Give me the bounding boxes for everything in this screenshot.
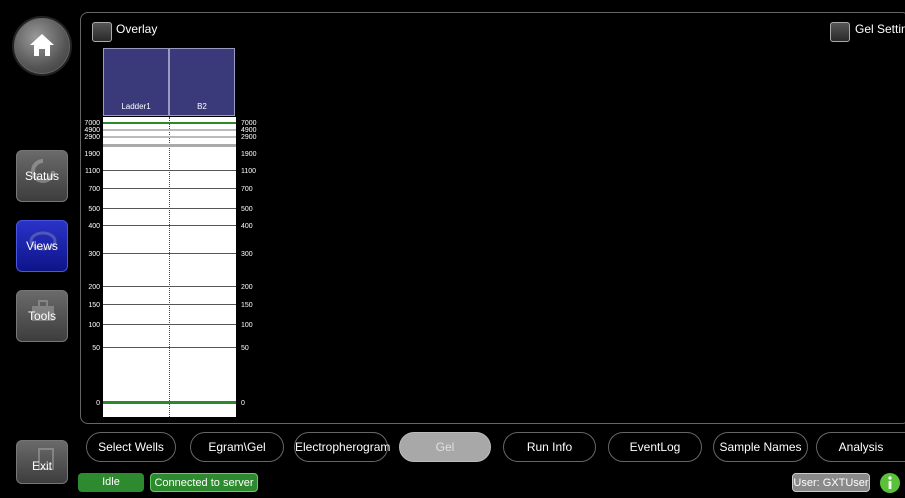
lane-divider [169, 117, 170, 417]
tab-gel[interactable]: Gel [399, 432, 491, 462]
ladder-tick-left: 150 [88, 302, 100, 309]
band-400 [103, 225, 236, 226]
status-idle: Idle [78, 473, 144, 492]
band-200 [103, 286, 236, 287]
ladder-tick-left: 1900 [84, 151, 100, 158]
lane-header[interactable]: Ladder1 [103, 48, 169, 116]
ladder-tick-left: 700 [88, 186, 100, 193]
ladder-tick-left: 1100 [84, 168, 100, 175]
band-1100 [103, 170, 236, 171]
band-700 [103, 188, 236, 189]
home-icon [30, 34, 54, 56]
band-150 [103, 304, 236, 305]
views-button[interactable]: Views [16, 220, 68, 272]
tab-electropherogram[interactable]: Electropherogram [294, 432, 390, 462]
ladder-tick-right: 100 [241, 322, 253, 329]
ladder-tick-left: 400 [88, 223, 100, 230]
user-badge[interactable]: User: GXTUser [792, 473, 870, 492]
status-label: Status [24, 169, 60, 183]
ladder-tick-right: 500 [241, 206, 253, 213]
ladder-tick-right: 1900 [241, 151, 257, 158]
ladder-tick-right: 400 [241, 223, 253, 230]
tab-egram-gel[interactable]: Egram\Gel [190, 432, 284, 462]
ladder-tick-left: 500 [88, 206, 100, 213]
band-300 [103, 253, 236, 254]
ladder-tick-right: 200 [241, 284, 253, 291]
home-button[interactable] [12, 16, 72, 76]
ladder-tick-left: 50 [92, 345, 100, 352]
exit-label: Exit [31, 459, 52, 473]
band-1900 [103, 144, 236, 147]
lane-header[interactable]: B2 [169, 48, 235, 116]
gel-settings-checkbox[interactable] [830, 22, 850, 42]
ladder-tick-left: 2900 [84, 134, 100, 141]
ladder-tick-left: 100 [88, 322, 100, 329]
connection-status: Connected to server [150, 473, 258, 492]
lane-label: Ladder1 [121, 102, 151, 111]
ladder-tick-right: 300 [241, 251, 253, 258]
ladder-tick-right: 50 [241, 345, 249, 352]
ladder-tick-right: 1100 [241, 168, 257, 175]
upper-marker-band [103, 122, 236, 124]
band-50 [103, 347, 236, 348]
overlay-checkbox[interactable] [92, 22, 112, 42]
band-4900 [103, 129, 236, 131]
ladder-tick-right: 2900 [241, 134, 257, 141]
band-500 [103, 208, 236, 209]
views-label: Views [26, 239, 58, 253]
info-button[interactable] [880, 473, 900, 493]
tab-run-info[interactable]: Run Info [503, 432, 596, 462]
ladder-tick-right: 150 [241, 302, 253, 309]
info-icon [888, 476, 892, 489]
tab-select-wells[interactable]: Select Wells [86, 432, 176, 462]
exit-button[interactable]: Exit [16, 440, 68, 484]
tools-button[interactable]: Tools [16, 290, 68, 342]
gel-settings-label: Gel Settings [855, 22, 905, 36]
band-2900 [103, 136, 236, 138]
tab-analysis-settings[interactable]: Analysis Settings [816, 432, 905, 462]
overlay-label: Overlay [116, 22, 158, 36]
status-button[interactable]: Status [16, 150, 68, 202]
band-100 [103, 324, 236, 325]
tools-label: Tools [27, 309, 56, 323]
ladder-tick-left: 200 [88, 284, 100, 291]
tab-sample-names[interactable]: Sample Names [713, 432, 808, 462]
tab-eventlog[interactable]: EventLog [608, 432, 702, 462]
ladder-tick-right: 700 [241, 186, 253, 193]
lane-label: B2 [197, 102, 207, 111]
ladder-tick-left: 0 [96, 400, 100, 407]
ladder-tick-right: 0 [241, 400, 245, 407]
lower-marker-band [103, 401, 236, 404]
ladder-tick-left: 300 [88, 251, 100, 258]
